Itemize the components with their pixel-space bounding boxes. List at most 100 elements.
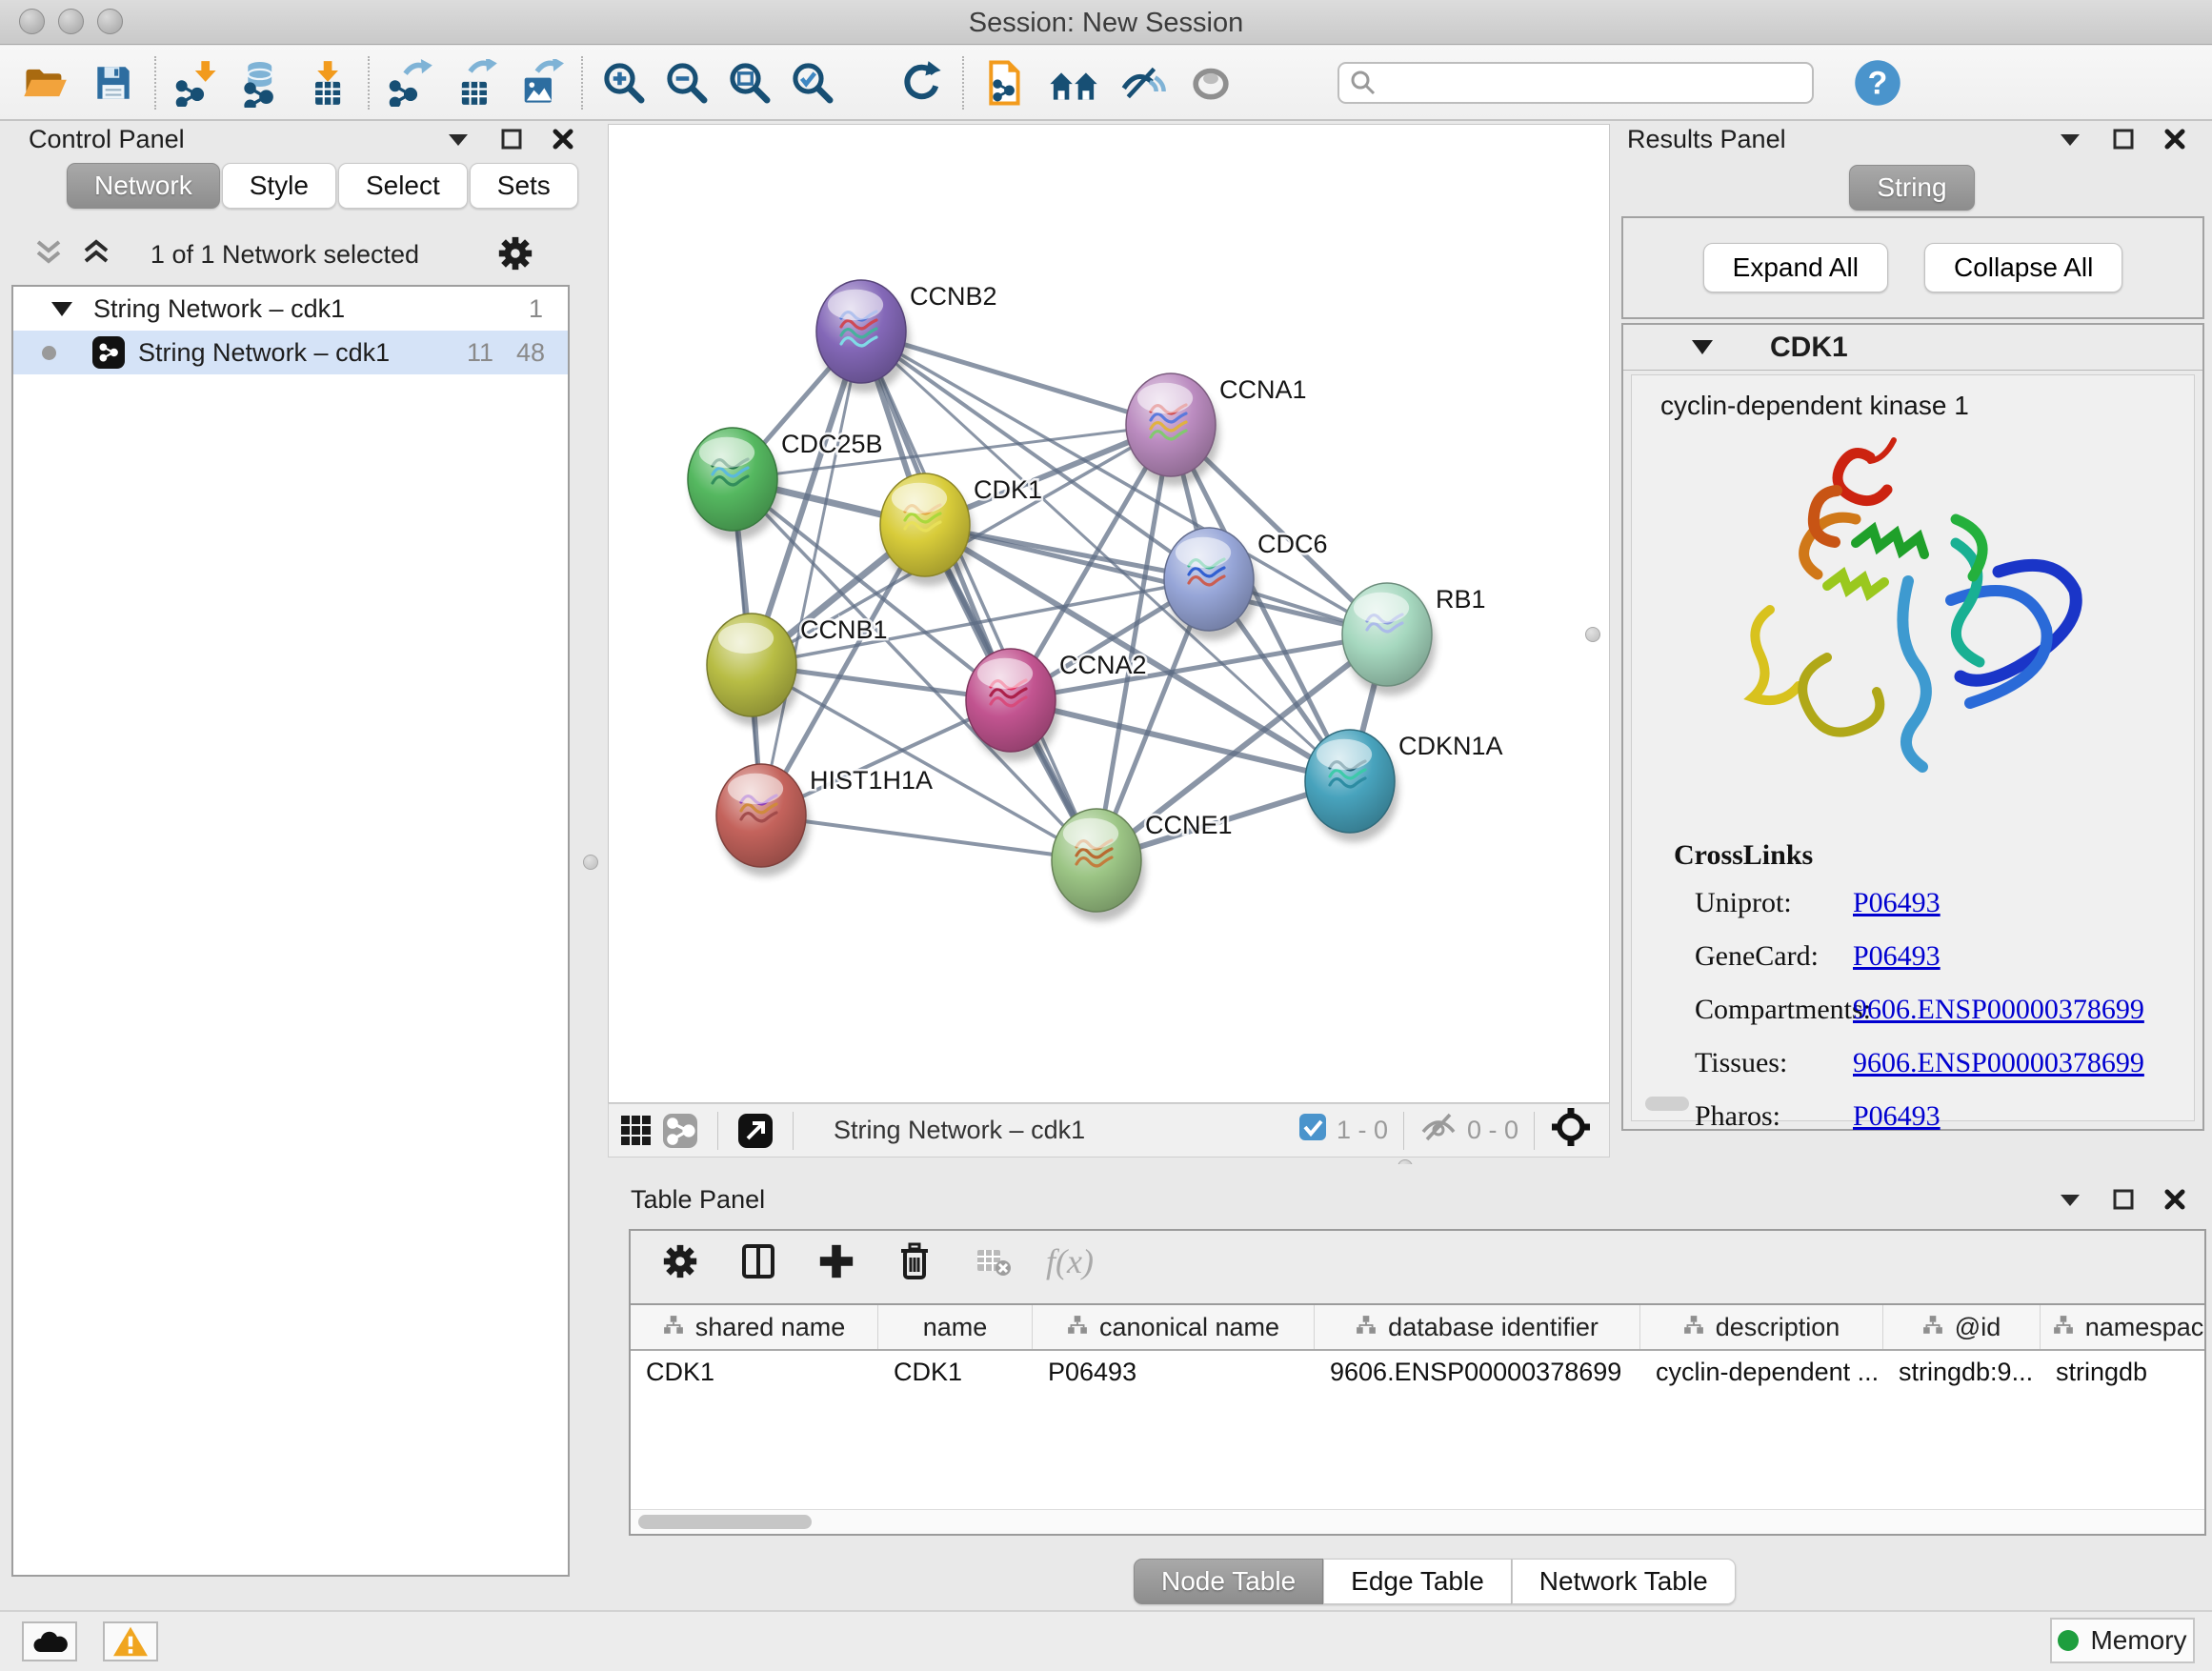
share-document-icon[interactable]: [977, 55, 1033, 111]
network-row[interactable]: String Network – cdk1 11 48: [13, 331, 568, 374]
crosslink-row: Uniprot:P06493: [1674, 887, 2194, 919]
crosslink-link-tissues[interactable]: 9606.ENSP00000378699: [1853, 1047, 2144, 1079]
zoom-selected-icon[interactable]: [785, 55, 840, 111]
column-header-shared-name[interactable]: shared name: [631, 1305, 878, 1349]
memory-button[interactable]: Memory: [2050, 1618, 2195, 1663]
table-tab-node-table[interactable]: Node Table: [1134, 1559, 1323, 1604]
expand-all-button[interactable]: Expand All: [1703, 243, 1888, 292]
column-header-canonical-name[interactable]: canonical name: [1033, 1305, 1315, 1349]
crosshair-icon[interactable]: [1550, 1106, 1592, 1155]
network-node-CDK1[interactable]: [880, 473, 974, 586]
string-view-icon[interactable]: [658, 1103, 702, 1158]
network-edge-CCNB2-HIST1H1A[interactable]: [761, 332, 861, 815]
cloud-button[interactable]: [22, 1621, 77, 1661]
string-home-icon[interactable]: [1046, 55, 1101, 111]
network-canvas[interactable]: CCNB2CCNA1CDC25BCDK1CDC6RB1CCNB1CCNA2CDK…: [608, 124, 1610, 1103]
warnings-button[interactable]: [103, 1621, 158, 1661]
results-scrollbar-thumb[interactable]: [1645, 1097, 1689, 1111]
help-icon[interactable]: ?: [1850, 55, 1905, 111]
gene-section-header[interactable]: CDK1: [1623, 325, 2202, 371]
import-table-icon[interactable]: [299, 55, 354, 111]
column-header-@id[interactable]: @id: [1883, 1305, 2041, 1349]
right-splitter-handle[interactable]: [1585, 627, 1600, 642]
toolbar-search[interactable]: [1337, 62, 1814, 104]
table-cell[interactable]: P06493: [1033, 1351, 1315, 1395]
export-network-icon[interactable]: [383, 55, 438, 111]
grid-view-icon[interactable]: [614, 1103, 658, 1158]
crosslink-label: Pharos:: [1674, 1100, 1853, 1133]
control-tab-sets[interactable]: Sets: [470, 163, 578, 209]
crosslink-link-genecard[interactable]: P06493: [1853, 940, 1941, 973]
add-column-icon[interactable]: [812, 1237, 861, 1286]
export-image-icon[interactable]: [513, 55, 568, 111]
panel-close-icon[interactable]: [2164, 1189, 2185, 1210]
panel-menu-icon[interactable]: [2058, 131, 2082, 148]
column-header-description[interactable]: description: [1640, 1305, 1883, 1349]
control-tab-style[interactable]: Style: [222, 163, 336, 209]
network-collection-row[interactable]: String Network – cdk1 1: [13, 287, 568, 331]
network-node-CCNB1[interactable]: [707, 614, 800, 726]
crosslink-link-compartments[interactable]: 9606.ENSP00000378699: [1853, 994, 2144, 1026]
table-tab-network-table[interactable]: Network Table: [1512, 1559, 1736, 1604]
section-caret-icon[interactable]: [1692, 340, 1713, 354]
crosslink-link-uniprot[interactable]: P06493: [1853, 887, 1941, 919]
panel-close-icon[interactable]: [2164, 129, 2185, 150]
panel-float-icon[interactable]: [501, 129, 522, 150]
table-cell[interactable]: CDK1: [631, 1351, 878, 1395]
table-cell[interactable]: stringdb: [2041, 1351, 2204, 1395]
control-tab-select[interactable]: Select: [338, 163, 468, 209]
import-network-file-icon[interactable]: [170, 55, 225, 111]
network-node-CDKN1A[interactable]: [1305, 730, 1398, 842]
network-node-CCNE1[interactable]: [1052, 809, 1145, 921]
table-cell[interactable]: CDK1: [878, 1351, 1033, 1395]
collapse-all-button[interactable]: Collapse All: [1924, 243, 2122, 292]
table-cell[interactable]: stringdb:9...: [1883, 1351, 2041, 1395]
crosslink-link-pharos[interactable]: P06493: [1853, 1100, 1941, 1133]
collection-caret-icon[interactable]: [51, 302, 72, 316]
network-node-CCNA2[interactable]: [966, 649, 1059, 761]
zoom-out-icon[interactable]: [659, 55, 714, 111]
tab-string[interactable]: String: [1849, 165, 1974, 211]
table-cell[interactable]: cyclin-dependent ...: [1640, 1351, 1883, 1395]
panel-menu-icon[interactable]: [446, 131, 471, 148]
network-edge-HIST1H1A-CCNE1[interactable]: [761, 815, 1096, 860]
update-icon[interactable]: [894, 55, 949, 111]
show-columns-icon[interactable]: [734, 1237, 783, 1286]
network-node-CCNA1[interactable]: [1126, 373, 1219, 486]
delete-table-icon[interactable]: [968, 1237, 1017, 1286]
network-node-HIST1H1A[interactable]: [716, 764, 810, 876]
network-node-RB1[interactable]: [1342, 583, 1436, 695]
hidden-eye-icon[interactable]: [1419, 1111, 1458, 1150]
network-node-CCNB2[interactable]: [816, 280, 910, 393]
column-header-name[interactable]: name: [878, 1305, 1033, 1349]
save-session-icon[interactable]: [86, 55, 141, 111]
show-eye-icon[interactable]: [1183, 55, 1238, 111]
table-tab-edge-table[interactable]: Edge Table: [1323, 1559, 1512, 1604]
table-cell[interactable]: 9606.ENSP00000378699: [1315, 1351, 1640, 1395]
table-settings-gear-icon[interactable]: [655, 1237, 705, 1286]
open-session-icon[interactable]: [17, 55, 72, 111]
table-h-scrollbar[interactable]: [631, 1509, 2204, 1534]
export-table-icon[interactable]: [448, 55, 503, 111]
column-header-namespace[interactable]: namespace: [2041, 1305, 2204, 1349]
panel-close-icon[interactable]: [553, 129, 573, 150]
panel-float-icon[interactable]: [2113, 1189, 2134, 1210]
left-splitter-handle[interactable]: [583, 855, 598, 870]
zoom-in-icon[interactable]: [596, 55, 652, 111]
column-header-database-identifier[interactable]: database identifier: [1315, 1305, 1640, 1349]
function-builder-icon[interactable]: f(x): [1046, 1237, 1094, 1286]
panel-menu-icon[interactable]: [2058, 1191, 2082, 1208]
table-row[interactable]: CDK1CDK1P064939606.ENSP00000378699cyclin…: [631, 1351, 2204, 1395]
import-network-database-icon[interactable]: [234, 55, 290, 111]
zoom-fit-icon[interactable]: [722, 55, 777, 111]
network-node-CDC25B[interactable]: [688, 428, 781, 540]
open-in-new-window-icon[interactable]: [734, 1103, 777, 1158]
delete-column-icon[interactable]: [890, 1237, 939, 1286]
search-input[interactable]: [1377, 68, 1787, 97]
network-options-gear-icon[interactable]: [495, 233, 535, 278]
selected-checkbox-icon[interactable]: [1298, 1113, 1327, 1148]
panel-float-icon[interactable]: [2113, 129, 2134, 150]
table-scroll-thumb[interactable]: [638, 1515, 812, 1529]
control-tab-network[interactable]: Network: [67, 163, 220, 209]
hide-images-icon[interactable]: [1115, 55, 1170, 111]
